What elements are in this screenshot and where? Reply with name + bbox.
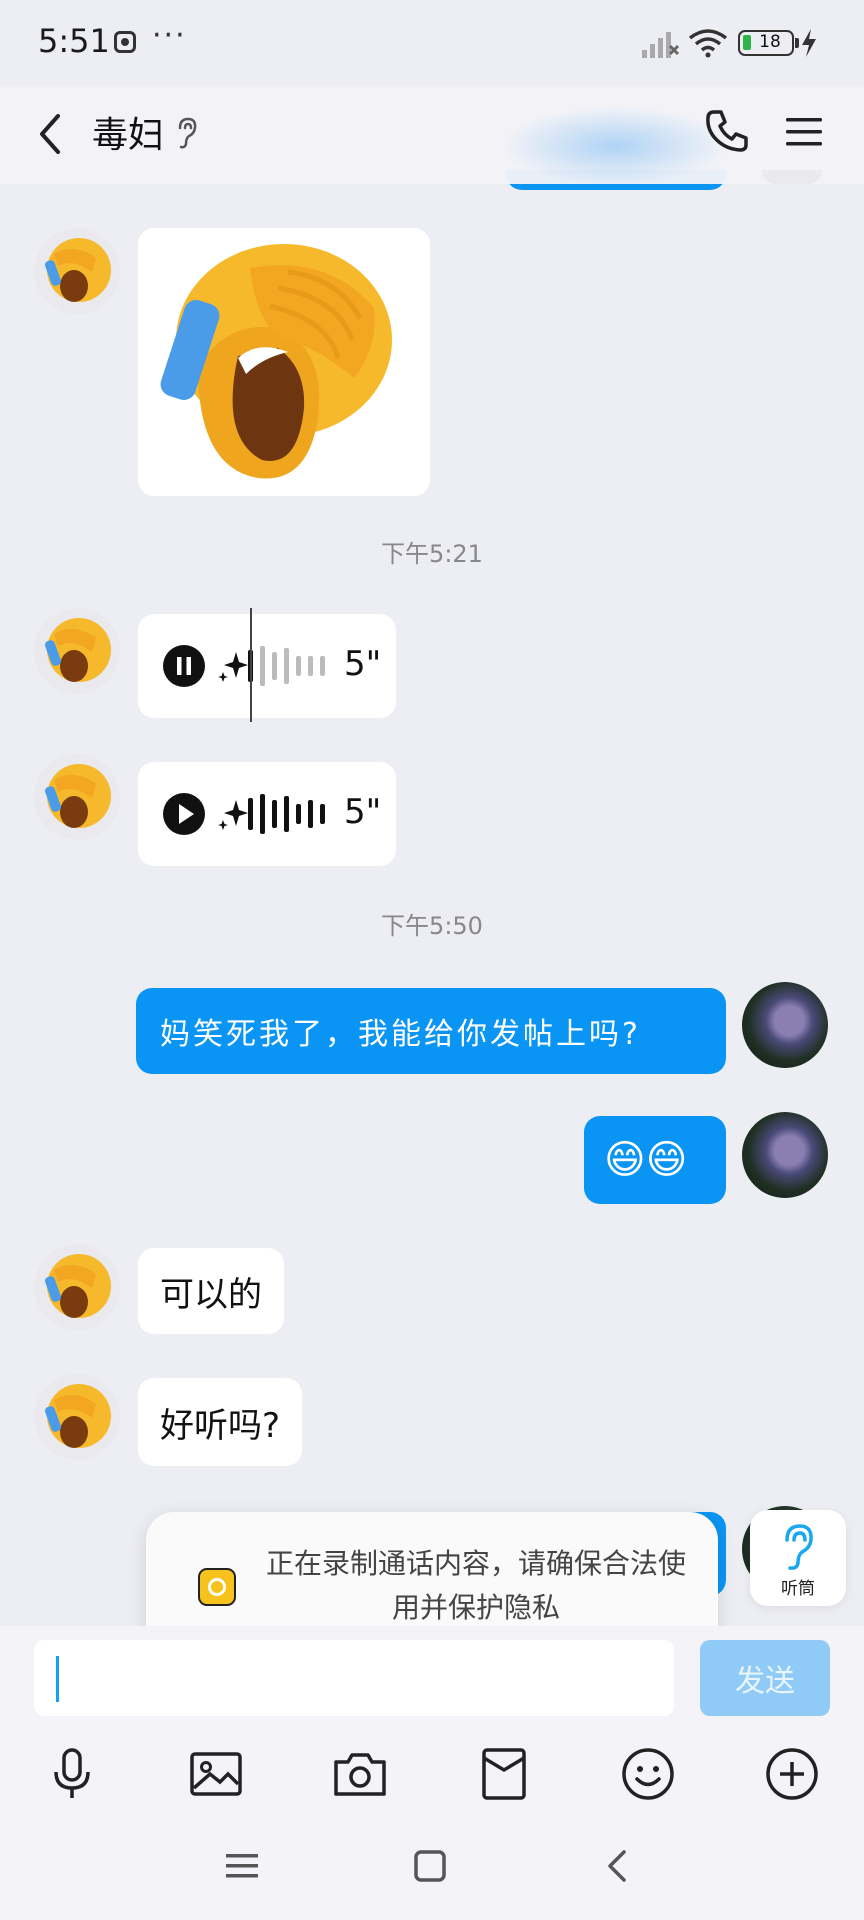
status-time: 5:51 — [38, 22, 110, 60]
waveform — [248, 646, 325, 686]
nav-home-icon[interactable] — [410, 1846, 450, 1886]
camera-icon[interactable] — [330, 1744, 390, 1804]
status-app-icon — [114, 31, 136, 53]
battery-icon: 18 — [738, 30, 799, 56]
received-message[interactable]: 好听吗? — [138, 1378, 303, 1466]
facepalm-icon — [44, 764, 111, 828]
status-bar: 5:51 ··· 18 — [0, 0, 864, 86]
text-cursor — [56, 1656, 59, 1702]
phone-icon[interactable] — [702, 106, 752, 156]
composer: 发送 — [0, 1626, 864, 1920]
pause-icon[interactable] — [162, 644, 206, 688]
emoji-icon[interactable] — [618, 1744, 678, 1804]
nav-menu-icon[interactable] — [222, 1846, 262, 1886]
red-packet-icon[interactable] — [474, 1744, 534, 1804]
facepalm-icon — [44, 618, 111, 682]
facepalm-sticker-icon — [160, 244, 392, 479]
earpiece-button[interactable]: 听筒 — [750, 1510, 846, 1606]
header-blur — [500, 106, 730, 186]
battery-level: 18 — [759, 32, 781, 52]
facepalm-icon — [44, 238, 111, 302]
ear-icon — [785, 1524, 813, 1570]
sparkle-icon — [218, 800, 248, 830]
signal-icon — [642, 32, 680, 58]
contact-avatar[interactable] — [34, 228, 120, 314]
wifi-icon — [688, 29, 728, 58]
play-icon[interactable] — [162, 792, 206, 836]
facepalm-icon — [44, 1384, 111, 1448]
contact-avatar[interactable] — [34, 754, 120, 840]
earpiece-label: 听筒 — [781, 1579, 815, 1599]
contact-avatar[interactable] — [34, 1244, 120, 1330]
send-button[interactable]: 发送 — [700, 1640, 830, 1716]
chat-title[interactable]: 毒妇 — [92, 106, 164, 158]
mic-icon[interactable] — [42, 1744, 102, 1804]
sent-message[interactable]: 😄😄 — [584, 1116, 726, 1204]
message-input[interactable] — [34, 1640, 674, 1716]
playback-cursor — [250, 608, 252, 722]
voice-duration: 5" — [344, 644, 382, 684]
received-message[interactable]: 可以的 — [138, 1248, 284, 1334]
waveform — [248, 794, 325, 834]
charging-icon — [802, 29, 816, 57]
timestamp: 下午5:50 — [381, 912, 483, 940]
contact-avatar[interactable] — [34, 608, 120, 694]
sent-message[interactable]: 妈笑死我了，我能给你发帖上吗? — [136, 988, 726, 1074]
back-icon[interactable] — [30, 106, 74, 162]
voice-message[interactable]: 5" — [138, 762, 396, 866]
chat-header: 毒妇 — [0, 86, 864, 186]
toast-text: 正在录制通话内容，请确保合法使用并保护隐私 — [265, 1547, 686, 1624]
user-avatar[interactable] — [742, 982, 828, 1068]
voice-message[interactable]: 5" — [138, 608, 396, 722]
nav-back-icon[interactable] — [598, 1846, 638, 1886]
sticker-message[interactable] — [138, 228, 430, 496]
user-avatar[interactable] — [742, 1112, 828, 1198]
facepalm-icon — [44, 1254, 111, 1318]
menu-icon[interactable] — [782, 112, 826, 152]
image-icon[interactable] — [186, 1744, 246, 1804]
contact-avatar[interactable] — [34, 1374, 120, 1460]
hear-icon — [178, 117, 197, 149]
timestamp: 下午5:21 — [381, 540, 483, 568]
status-more-icon: ··· — [152, 18, 187, 53]
voice-duration: 5" — [344, 792, 382, 832]
record-icon — [198, 1568, 236, 1606]
sparkle-icon — [218, 652, 248, 682]
plus-icon[interactable] — [762, 1744, 822, 1804]
